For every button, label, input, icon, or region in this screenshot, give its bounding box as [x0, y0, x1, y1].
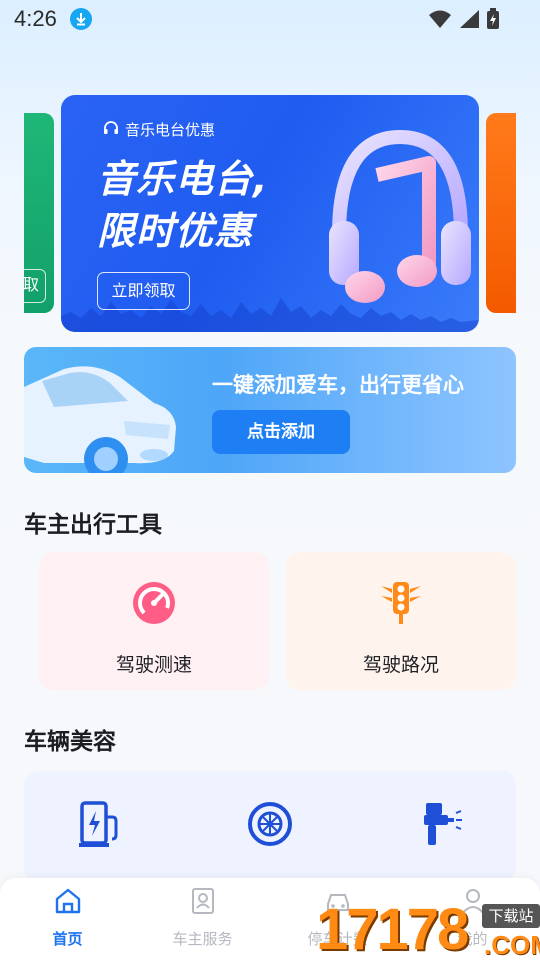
tool-road-conditions[interactable]: 驾驶路况 — [286, 552, 516, 690]
nav-home-label: 首页 — [52, 930, 83, 948]
nav-home[interactable]: 首页 — [0, 878, 135, 960]
status-time: 4:26 — [14, 6, 57, 31]
promo-headline-line1: 音乐电台, — [97, 157, 269, 201]
watermark-digits: 17178 — [316, 897, 469, 960]
promo-headline: 音乐电台, 限时优惠 — [97, 153, 268, 257]
tire-icon[interactable] — [248, 799, 292, 849]
tools-section-title: 车主出行工具 — [24, 512, 162, 538]
status-bar: 4:26 — [0, 0, 540, 38]
traffic-light-icon — [381, 582, 421, 624]
tool-label: 驾驶路况 — [362, 654, 439, 676]
beauty-services-panel — [24, 771, 516, 881]
id-card-icon — [191, 888, 214, 914]
tool-driving-speed[interactable]: 驾驶测速 — [39, 552, 269, 690]
claim-now-button[interactable]: 立即领取 — [97, 272, 190, 310]
add-car-button[interactable]: 点击添加 — [212, 410, 350, 454]
speedometer-icon — [133, 582, 175, 624]
music-radio-promo-card[interactable]: 音乐电台优惠 音乐电台, 限时优惠 立即领取 — [61, 95, 479, 332]
nav-owner-services[interactable]: 车主服务 — [135, 878, 270, 960]
car-illustration — [24, 366, 176, 473]
carousel-prev-card[interactable]: 取 — [24, 113, 54, 313]
add-car-title: 一键添加爱车，出行更省心 — [212, 373, 464, 397]
promo-carousel[interactable]: 取 音乐电台优惠 音乐电台, 限时优惠 立即领取 — [0, 95, 540, 335]
signal-icon — [458, 9, 480, 33]
download-icon — [70, 8, 92, 30]
prev-card-button[interactable]: 取 — [24, 269, 46, 303]
headphone-icon — [103, 120, 119, 140]
charging-station-icon[interactable] — [78, 799, 122, 849]
carousel-next-card[interactable] — [486, 113, 516, 313]
tool-label: 驾驶测速 — [115, 654, 192, 676]
promo-tag: 音乐电台优惠 — [103, 119, 215, 140]
watermark-badge: 下载站 — [482, 904, 540, 928]
promo-headline-line2: 限时优惠 — [97, 209, 254, 253]
site-watermark: 17178 下载站 .COM — [316, 900, 540, 960]
watermark-suffix: .COM — [484, 930, 540, 960]
promo-tag-label: 音乐电台优惠 — [125, 121, 216, 139]
wifi-icon — [428, 9, 452, 33]
spray-gun-icon[interactable] — [418, 799, 462, 849]
nav-owner-services-label: 车主服务 — [172, 930, 233, 948]
headphones-music-illustration — [329, 129, 471, 303]
add-car-banner[interactable]: 一键添加爱车，出行更省心 点击添加 — [24, 347, 516, 473]
battery-icon — [486, 8, 500, 34]
beauty-section-title: 车辆美容 — [24, 729, 116, 755]
home-icon — [55, 888, 80, 914]
